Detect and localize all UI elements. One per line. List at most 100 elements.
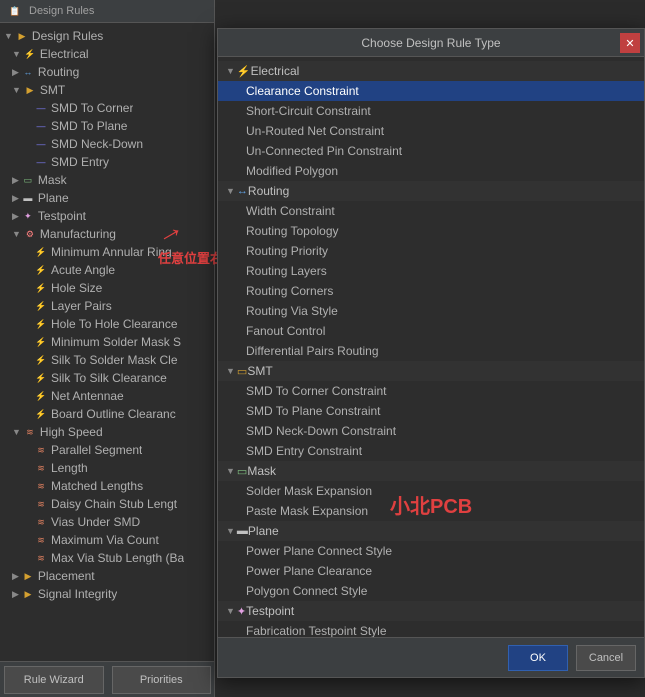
- placement-icon: ▶: [21, 569, 35, 583]
- modal-section-smt[interactable]: ▼▭SMT: [218, 361, 644, 381]
- modal-item-fab-testpoint-style[interactable]: Fabrication Testpoint Style: [218, 621, 644, 637]
- tree-item-smt-plane[interactable]: —SMD To Plane: [0, 117, 214, 135]
- design-rules-icon: 📋: [8, 4, 22, 18]
- modal-section-electrical[interactable]: ▼⚡Electrical: [218, 61, 644, 81]
- tree-item-parallel-seg[interactable]: ≋Parallel Segment: [0, 441, 214, 459]
- modal-item-polygon-connect-style[interactable]: Polygon Connect Style: [218, 581, 644, 601]
- modal-item-fanout-control[interactable]: Fanout Control: [218, 321, 644, 341]
- modal-item-modified-polygon[interactable]: Modified Polygon: [218, 161, 644, 181]
- max-via-stub-icon: ≋: [34, 551, 48, 565]
- tree-item-max-via-stub[interactable]: ≋Max Via Stub Length (Ba: [0, 549, 214, 567]
- left-panel-header: 📋 Design Rules: [0, 0, 214, 23]
- tree-item-board-outline[interactable]: ⚡Board Outline Clearanc: [0, 405, 214, 423]
- plane-label: Plane: [38, 191, 69, 205]
- tree-item-max-via-count[interactable]: ≋Maximum Via Count: [0, 531, 214, 549]
- routing-l-icon: ↔: [21, 65, 35, 79]
- tree-item-design-rules[interactable]: ▼▶Design Rules: [0, 27, 214, 45]
- modal-item-power-plane-clearance[interactable]: Power Plane Clearance: [218, 561, 644, 581]
- modal-item-clearance-constraint[interactable]: Clearance Constraint: [218, 81, 644, 101]
- modal-item-smd-neckdown-constraint[interactable]: SMD Neck-Down Constraint: [218, 421, 644, 441]
- tree-item-vias-smd[interactable]: ≋Vias Under SMD: [0, 513, 214, 531]
- tree-item-smt-corner[interactable]: —SMD To Corner: [0, 99, 214, 117]
- smt-entry-icon: —: [34, 155, 48, 169]
- tree-item-min-solder[interactable]: ⚡Minimum Solder Mask S: [0, 333, 214, 351]
- tree-item-mask[interactable]: ▶▭Mask: [0, 171, 214, 189]
- plane-icon: ▬: [21, 191, 35, 205]
- modal-item-diff-pairs-routing[interactable]: Differential Pairs Routing: [218, 341, 644, 361]
- modal-section-testpoint[interactable]: ▼✦Testpoint: [218, 601, 644, 621]
- modal-titlebar: Choose Design Rule Type ✕: [218, 29, 644, 57]
- modal-item-routing-corners[interactable]: Routing Corners: [218, 281, 644, 301]
- modal-content[interactable]: ▼⚡ElectricalClearance Constraint Short-Ci…: [218, 57, 644, 637]
- tree-item-smt-entry[interactable]: —SMD Entry: [0, 153, 214, 171]
- priorities-button[interactable]: Priorities: [112, 666, 212, 694]
- power-plane-connect-label: Power Plane Connect Style: [246, 544, 392, 558]
- layer-pairs-icon: ⚡: [34, 299, 48, 313]
- min-solder-label: Minimum Solder Mask S: [51, 335, 181, 349]
- modal-item-power-plane-connect[interactable]: Power Plane Connect Style: [218, 541, 644, 561]
- ok-button[interactable]: OK: [508, 645, 568, 671]
- modified-polygon-label: Modified Polygon: [246, 164, 338, 178]
- cancel-button[interactable]: Cancel: [576, 645, 636, 671]
- tree-item-acute-angle[interactable]: ⚡Acute Angle: [0, 261, 214, 279]
- tree-item-length[interactable]: ≋Length: [0, 459, 214, 477]
- tree-item-high-speed[interactable]: ▼≋High Speed: [0, 423, 214, 441]
- tree-item-hole-to-hole[interactable]: ⚡Hole To Hole Clearance: [0, 315, 214, 333]
- tree-item-smt[interactable]: ▼▶SMT: [0, 81, 214, 99]
- tree-item-matched-lengths[interactable]: ≋Matched Lengths: [0, 477, 214, 495]
- tree-item-routing-l[interactable]: ▶↔Routing: [0, 63, 214, 81]
- panel-title: Design Rules: [29, 5, 94, 17]
- modal-item-solder-mask-expansion[interactable]: Solder Mask Expansion: [218, 481, 644, 501]
- modal-footer: OK Cancel: [218, 637, 644, 677]
- modal-item-short-circuit[interactable]: Short-Circuit Constraint: [218, 101, 644, 121]
- tree-item-silk-solder[interactable]: ⚡Silk To Solder Mask Cle: [0, 351, 214, 369]
- tree-item-layer-pairs[interactable]: ⚡Layer Pairs: [0, 297, 214, 315]
- modal-section-plane[interactable]: ▼▬Plane: [218, 521, 644, 541]
- tree-item-electrical[interactable]: ▼⚡Electrical: [0, 45, 214, 63]
- smt-plane-icon: —: [34, 119, 48, 133]
- tree-item-silk-silk[interactable]: ⚡Silk To Silk Clearance: [0, 369, 214, 387]
- diff-pairs-routing-label: Differential Pairs Routing: [246, 344, 379, 358]
- width-constraint-label: Width Constraint: [246, 204, 335, 218]
- rule-wizard-button[interactable]: Rule Wizard: [4, 666, 104, 694]
- section-label-routing: Routing: [248, 184, 289, 198]
- tree-item-smt-neckdown[interactable]: —SMD Neck-Down: [0, 135, 214, 153]
- fab-testpoint-style-label: Fabrication Testpoint Style: [246, 624, 387, 637]
- smt-label: SMT: [40, 83, 65, 97]
- modal-section-mask[interactable]: ▼▭Mask: [218, 461, 644, 481]
- modal-item-routing-topology[interactable]: Routing Topology: [218, 221, 644, 241]
- modal-item-routing-layers[interactable]: Routing Layers: [218, 261, 644, 281]
- tree-item-net-ant[interactable]: ⚡Net Antennae: [0, 387, 214, 405]
- short-circuit-label: Short-Circuit Constraint: [246, 104, 371, 118]
- length-icon: ≋: [34, 461, 48, 475]
- tree-item-plane[interactable]: ▶▬Plane: [0, 189, 214, 207]
- design-rules-label: Design Rules: [32, 29, 103, 43]
- tree-item-daisy-chain[interactable]: ≋Daisy Chain Stub Lengt: [0, 495, 214, 513]
- board-outline-icon: ⚡: [34, 407, 48, 421]
- modal-section-routing[interactable]: ▼↔Routing: [218, 181, 644, 201]
- modal-item-smd-entry-constraint[interactable]: SMD Entry Constraint: [218, 441, 644, 461]
- tree-item-testpoint[interactable]: ▶✦Testpoint: [0, 207, 214, 225]
- modal-item-smd-plane-constraint[interactable]: SMD To Plane Constraint: [218, 401, 644, 421]
- section-label-mask: Mask: [247, 464, 276, 478]
- routing-priority-label: Routing Priority: [246, 244, 328, 258]
- modal-item-width-constraint[interactable]: Width Constraint: [218, 201, 644, 221]
- tree-container[interactable]: ▼▶Design Rules▼⚡Electrical▶↔Routing▼▶SMT…: [0, 23, 214, 670]
- modal-item-unrouted-net[interactable]: Un-Routed Net Constraint: [218, 121, 644, 141]
- hole-size-icon: ⚡: [34, 281, 48, 295]
- modal-item-paste-mask-expansion[interactable]: Paste Mask Expansion: [218, 501, 644, 521]
- modal-item-routing-priority[interactable]: Routing Priority: [218, 241, 644, 261]
- testpoint-label: Testpoint: [38, 209, 86, 223]
- tree-item-hole-size[interactable]: ⚡Hole Size: [0, 279, 214, 297]
- smt-corner-label: SMD To Corner: [51, 101, 133, 115]
- max-via-count-label: Maximum Via Count: [51, 533, 159, 547]
- modal-item-unconnected-pin[interactable]: Un-Connected Pin Constraint: [218, 141, 644, 161]
- tree-item-manufacturing[interactable]: ▼⚙Manufacturing: [0, 225, 214, 243]
- tree-item-signal-integrity[interactable]: ▶▶Signal Integrity: [0, 585, 214, 603]
- tree-item-min-annular[interactable]: ⚡Minimum Annular Ring: [0, 243, 214, 261]
- modal-item-smd-corner-constraint[interactable]: SMD To Corner Constraint: [218, 381, 644, 401]
- modal-item-routing-via-style[interactable]: Routing Via Style: [218, 301, 644, 321]
- tree-item-placement[interactable]: ▶▶Placement: [0, 567, 214, 585]
- modal-close-button[interactable]: ✕: [620, 33, 640, 53]
- modal-dialog[interactable]: Choose Design Rule Type ✕ ▼⚡ElectricalCl…: [217, 28, 645, 678]
